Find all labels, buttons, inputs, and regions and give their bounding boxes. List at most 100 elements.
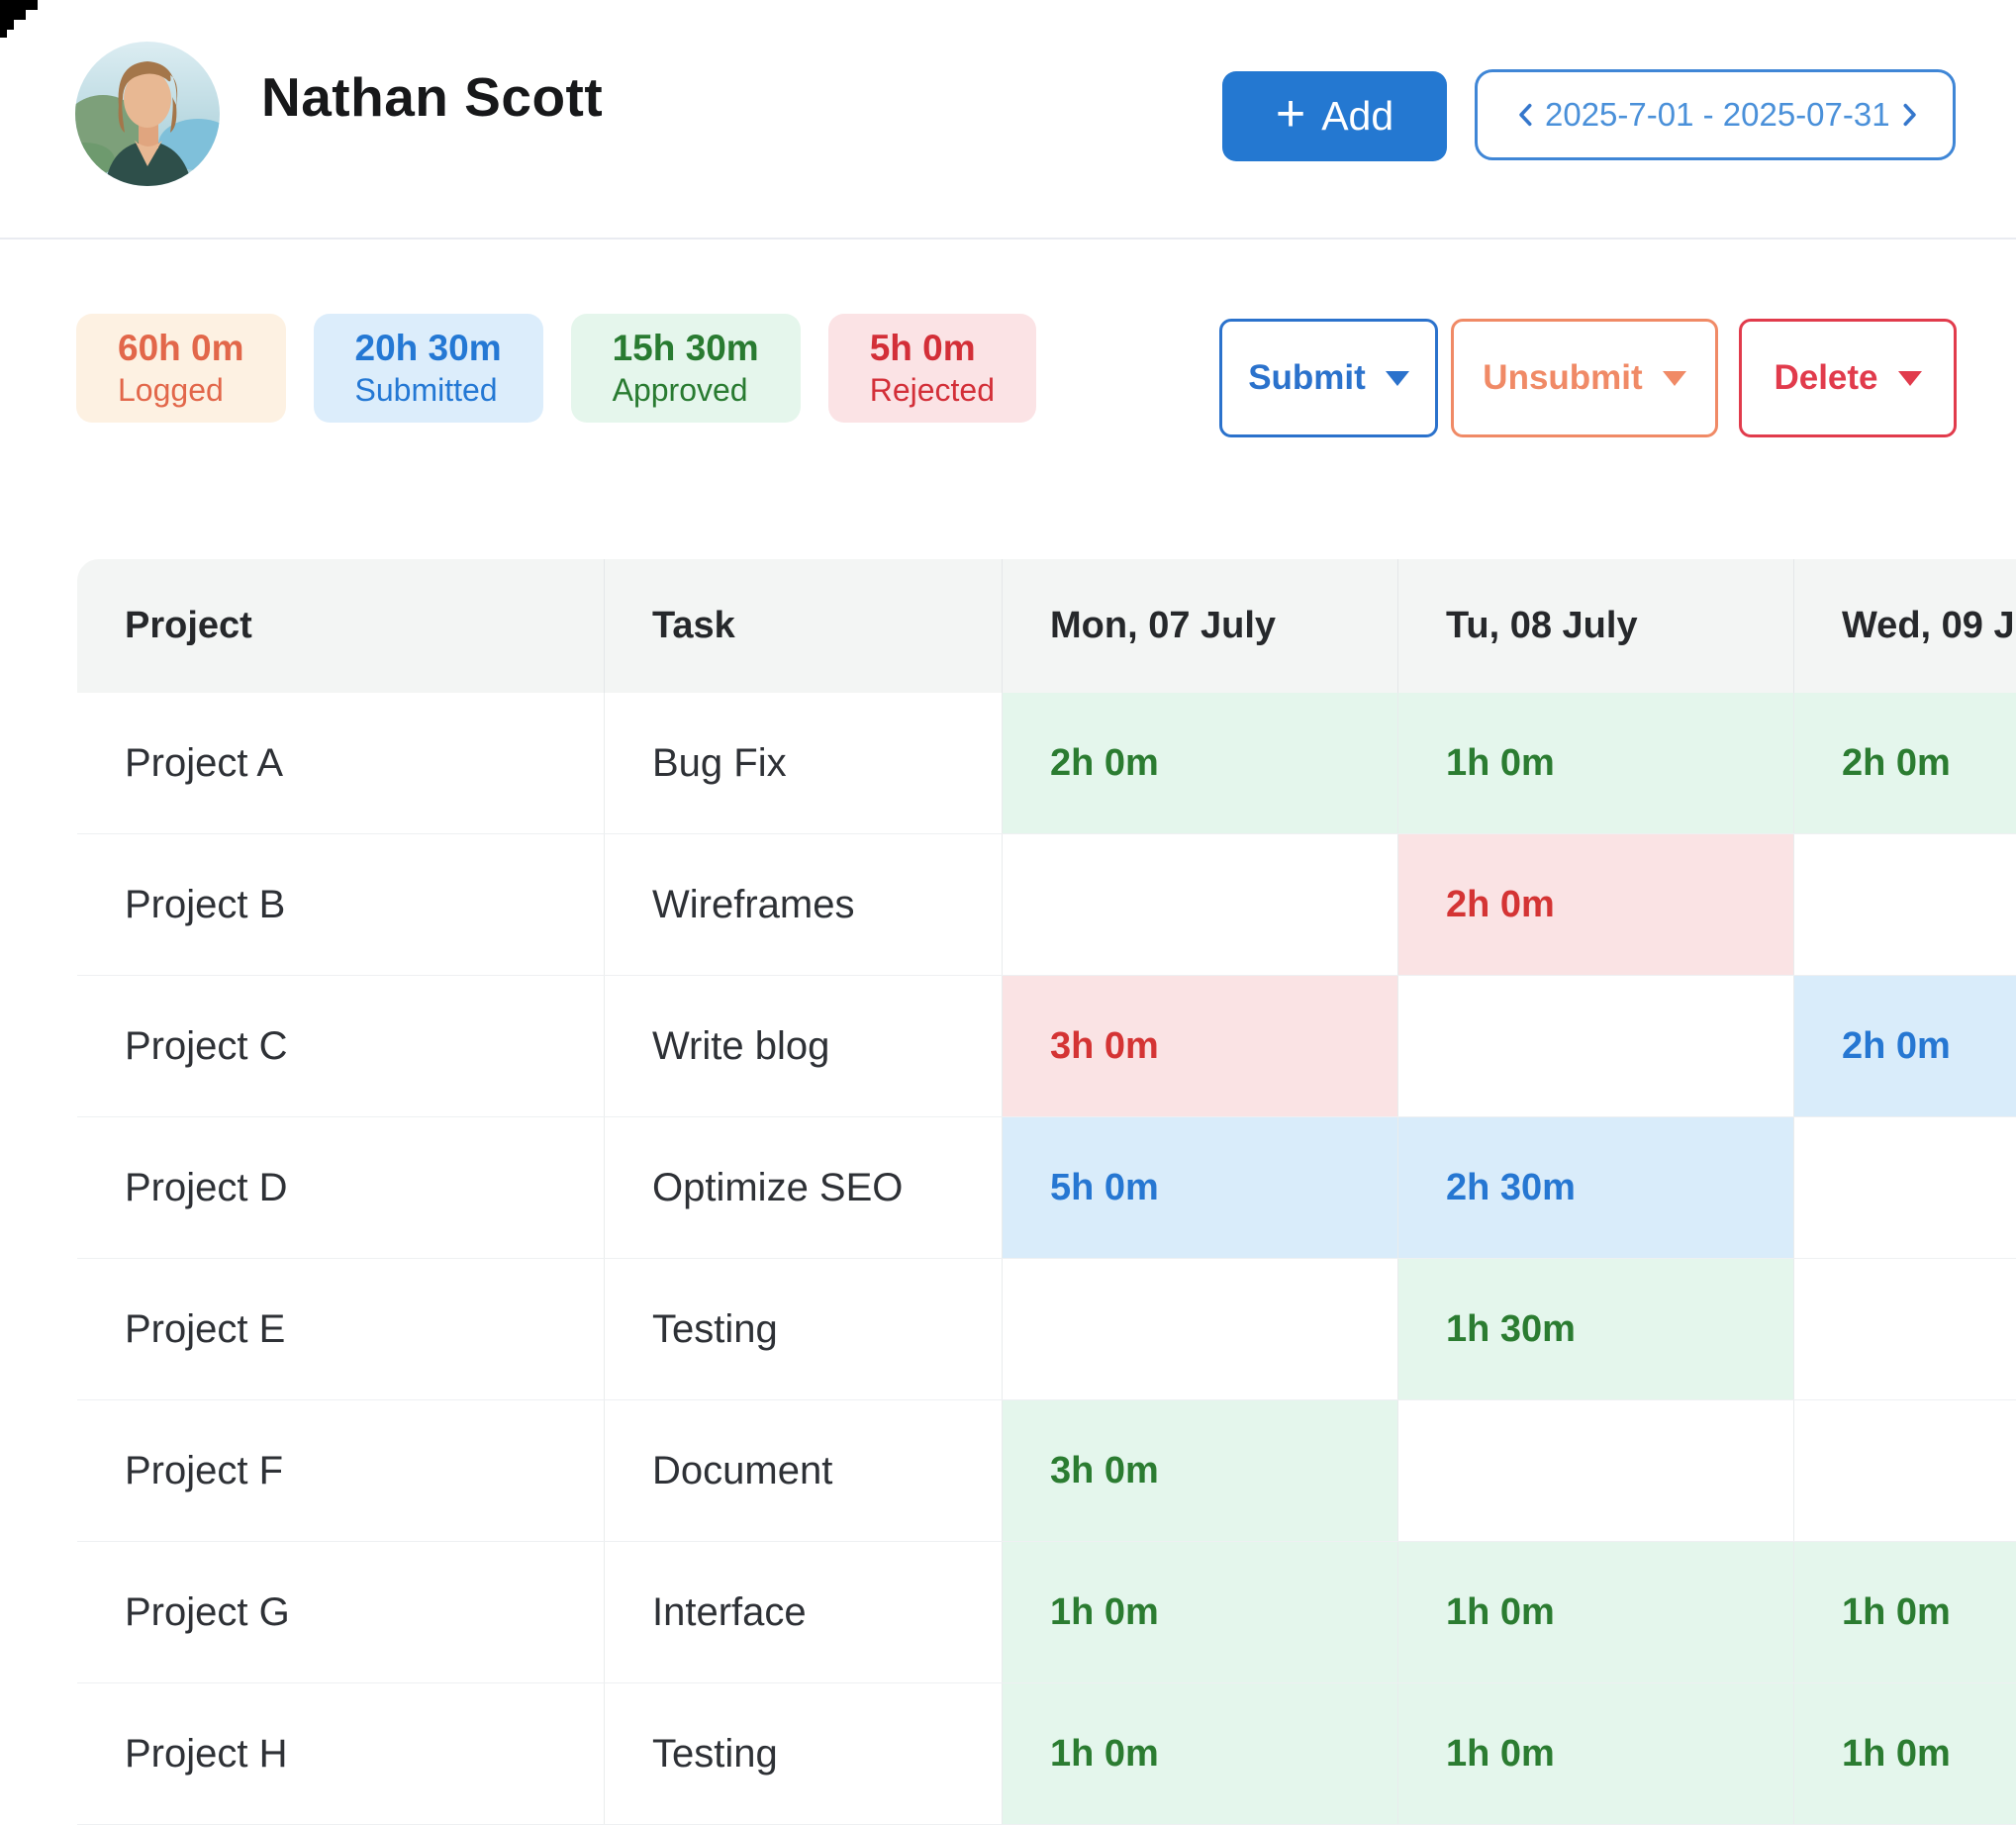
time-entry: 2h 0m bbox=[1050, 742, 1159, 785]
time-entry: 1h 0m bbox=[1050, 1591, 1159, 1634]
submit-button[interactable]: Submit bbox=[1219, 319, 1438, 437]
day-cell[interactable] bbox=[1794, 1400, 2016, 1541]
summary-badges: 60h 0m Logged 20h 30m Submitted 15h 30m … bbox=[76, 314, 1036, 423]
time-entry: 5h 0m bbox=[1050, 1167, 1159, 1209]
project-cell: Project B bbox=[77, 834, 605, 975]
day-cell[interactable]: 5h 0m bbox=[1003, 1117, 1398, 1258]
column-header-project: Project bbox=[77, 559, 605, 693]
day-cell[interactable]: 2h 0m bbox=[1794, 976, 2016, 1116]
header-divider bbox=[0, 238, 2016, 240]
column-header-day-1: Mon, 07 July bbox=[1003, 559, 1398, 693]
badge-label: Submitted bbox=[355, 371, 502, 411]
time-entry: 1h 30m bbox=[1446, 1308, 1576, 1351]
day-cell[interactable] bbox=[1794, 1259, 2016, 1399]
time-entry: 1h 0m bbox=[1842, 1591, 1951, 1634]
day-cell[interactable]: 1h 30m bbox=[1398, 1259, 1794, 1399]
delete-button-label: Delete bbox=[1774, 358, 1877, 398]
day-cell[interactable]: 3h 0m bbox=[1003, 976, 1398, 1116]
task-cell: Testing bbox=[605, 1683, 1003, 1824]
day-cell[interactable]: 1h 0m bbox=[1398, 1542, 1794, 1682]
caret-down-icon bbox=[1386, 371, 1409, 386]
day-cell[interactable] bbox=[1003, 834, 1398, 975]
badge-value: 15h 30m bbox=[613, 326, 759, 371]
badge-logged: 60h 0m Logged bbox=[76, 314, 286, 423]
table-row: Project H Testing 1h 0m 1h 0m 1h 0m bbox=[77, 1683, 2016, 1825]
day-cell[interactable]: 3h 0m bbox=[1003, 1400, 1398, 1541]
time-entry: 3h 0m bbox=[1050, 1450, 1159, 1492]
caret-down-icon bbox=[1898, 371, 1922, 386]
day-cell[interactable]: 2h 0m bbox=[1398, 834, 1794, 975]
day-cell[interactable]: 1h 0m bbox=[1003, 1542, 1398, 1682]
date-range-label: 2025-7-01 - 2025-07-31 bbox=[1545, 96, 1890, 134]
day-cell[interactable]: 1h 0m bbox=[1003, 1683, 1398, 1824]
unsubmit-button[interactable]: Unsubmit bbox=[1451, 319, 1718, 437]
column-header-day-3: Wed, 09 July bbox=[1794, 559, 2016, 693]
chevron-right-icon bbox=[1894, 100, 1924, 130]
day-cell[interactable] bbox=[1003, 1259, 1398, 1399]
table-row: Project F Document 3h 0m bbox=[77, 1400, 2016, 1542]
badge-value: 5h 0m bbox=[870, 326, 995, 371]
column-header-day-2: Tu, 08 July bbox=[1398, 559, 1794, 693]
day-cell[interactable] bbox=[1398, 1400, 1794, 1541]
task-cell: Write blog bbox=[605, 976, 1003, 1116]
table-row: Project A Bug Fix 2h 0m 1h 0m 2h 0m bbox=[77, 693, 2016, 834]
task-cell: Document bbox=[605, 1400, 1003, 1541]
time-entry: 1h 0m bbox=[1842, 1733, 1951, 1776]
add-button-label: Add bbox=[1321, 93, 1393, 140]
badge-label: Approved bbox=[613, 371, 759, 411]
delete-button[interactable]: Delete bbox=[1739, 319, 1957, 437]
next-period-button[interactable] bbox=[1890, 96, 1928, 134]
chevron-left-icon bbox=[1511, 100, 1541, 130]
day-cell[interactable]: 1h 0m bbox=[1794, 1542, 2016, 1682]
badge-label: Logged bbox=[118, 371, 244, 411]
table-row: Project E Testing 1h 30m bbox=[77, 1259, 2016, 1400]
badge-value: 60h 0m bbox=[118, 326, 244, 371]
column-header-task: Task bbox=[605, 559, 1003, 693]
project-cell: Project A bbox=[77, 693, 605, 833]
day-cell[interactable]: 2h 0m bbox=[1003, 693, 1398, 833]
project-cell: Project G bbox=[77, 1542, 605, 1682]
time-entry: 2h 0m bbox=[1446, 884, 1555, 926]
time-entry: 2h 30m bbox=[1446, 1167, 1576, 1209]
task-cell: Interface bbox=[605, 1542, 1003, 1682]
day-cell[interactable] bbox=[1398, 976, 1794, 1116]
task-cell: Optimize SEO bbox=[605, 1117, 1003, 1258]
table-row: Project B Wireframes 2h 0m bbox=[77, 834, 2016, 976]
project-cell: Project D bbox=[77, 1117, 605, 1258]
badge-submitted: 20h 30m Submitted bbox=[314, 314, 543, 423]
timesheet-table: Project Task Mon, 07 July Tu, 08 July We… bbox=[77, 559, 2016, 1825]
corner-artifact-top-left bbox=[0, 0, 40, 40]
submit-button-label: Submit bbox=[1248, 358, 1366, 398]
avatar bbox=[75, 42, 220, 186]
table-header-row: Project Task Mon, 07 July Tu, 08 July We… bbox=[77, 559, 2016, 693]
day-cell[interactable]: 1h 0m bbox=[1794, 1683, 2016, 1824]
day-cell[interactable]: 1h 0m bbox=[1398, 693, 1794, 833]
time-entry: 1h 0m bbox=[1446, 742, 1555, 785]
previous-period-button[interactable] bbox=[1507, 96, 1545, 134]
time-entry: 2h 0m bbox=[1842, 1025, 1951, 1068]
unsubmit-button-label: Unsubmit bbox=[1483, 358, 1642, 398]
table-row: Project D Optimize SEO 5h 0m 2h 30m bbox=[77, 1117, 2016, 1259]
badge-value: 20h 30m bbox=[355, 326, 502, 371]
day-cell[interactable]: 2h 0m bbox=[1794, 693, 2016, 833]
day-cell[interactable]: 2h 30m bbox=[1398, 1117, 1794, 1258]
day-cell[interactable] bbox=[1794, 834, 2016, 975]
date-range-picker[interactable]: 2025-7-01 - 2025-07-31 bbox=[1475, 69, 1956, 160]
plus-icon: + bbox=[1276, 88, 1305, 140]
time-entry: 1h 0m bbox=[1446, 1733, 1555, 1776]
avatar-illustration bbox=[75, 42, 220, 186]
task-cell: Wireframes bbox=[605, 834, 1003, 975]
project-cell: Project H bbox=[77, 1683, 605, 1824]
badge-rejected: 5h 0m Rejected bbox=[828, 314, 1036, 423]
day-cell[interactable]: 1h 0m bbox=[1398, 1683, 1794, 1824]
task-cell: Bug Fix bbox=[605, 693, 1003, 833]
day-cell[interactable] bbox=[1794, 1117, 2016, 1258]
add-button[interactable]: + Add bbox=[1222, 71, 1447, 161]
badge-approved: 15h 30m Approved bbox=[571, 314, 801, 423]
time-entry: 1h 0m bbox=[1446, 1591, 1555, 1634]
time-entry: 2h 0m bbox=[1842, 742, 1951, 785]
task-cell: Testing bbox=[605, 1259, 1003, 1399]
page-title-user-name: Nathan Scott bbox=[261, 61, 603, 133]
badge-label: Rejected bbox=[870, 371, 995, 411]
project-cell: Project C bbox=[77, 976, 605, 1116]
